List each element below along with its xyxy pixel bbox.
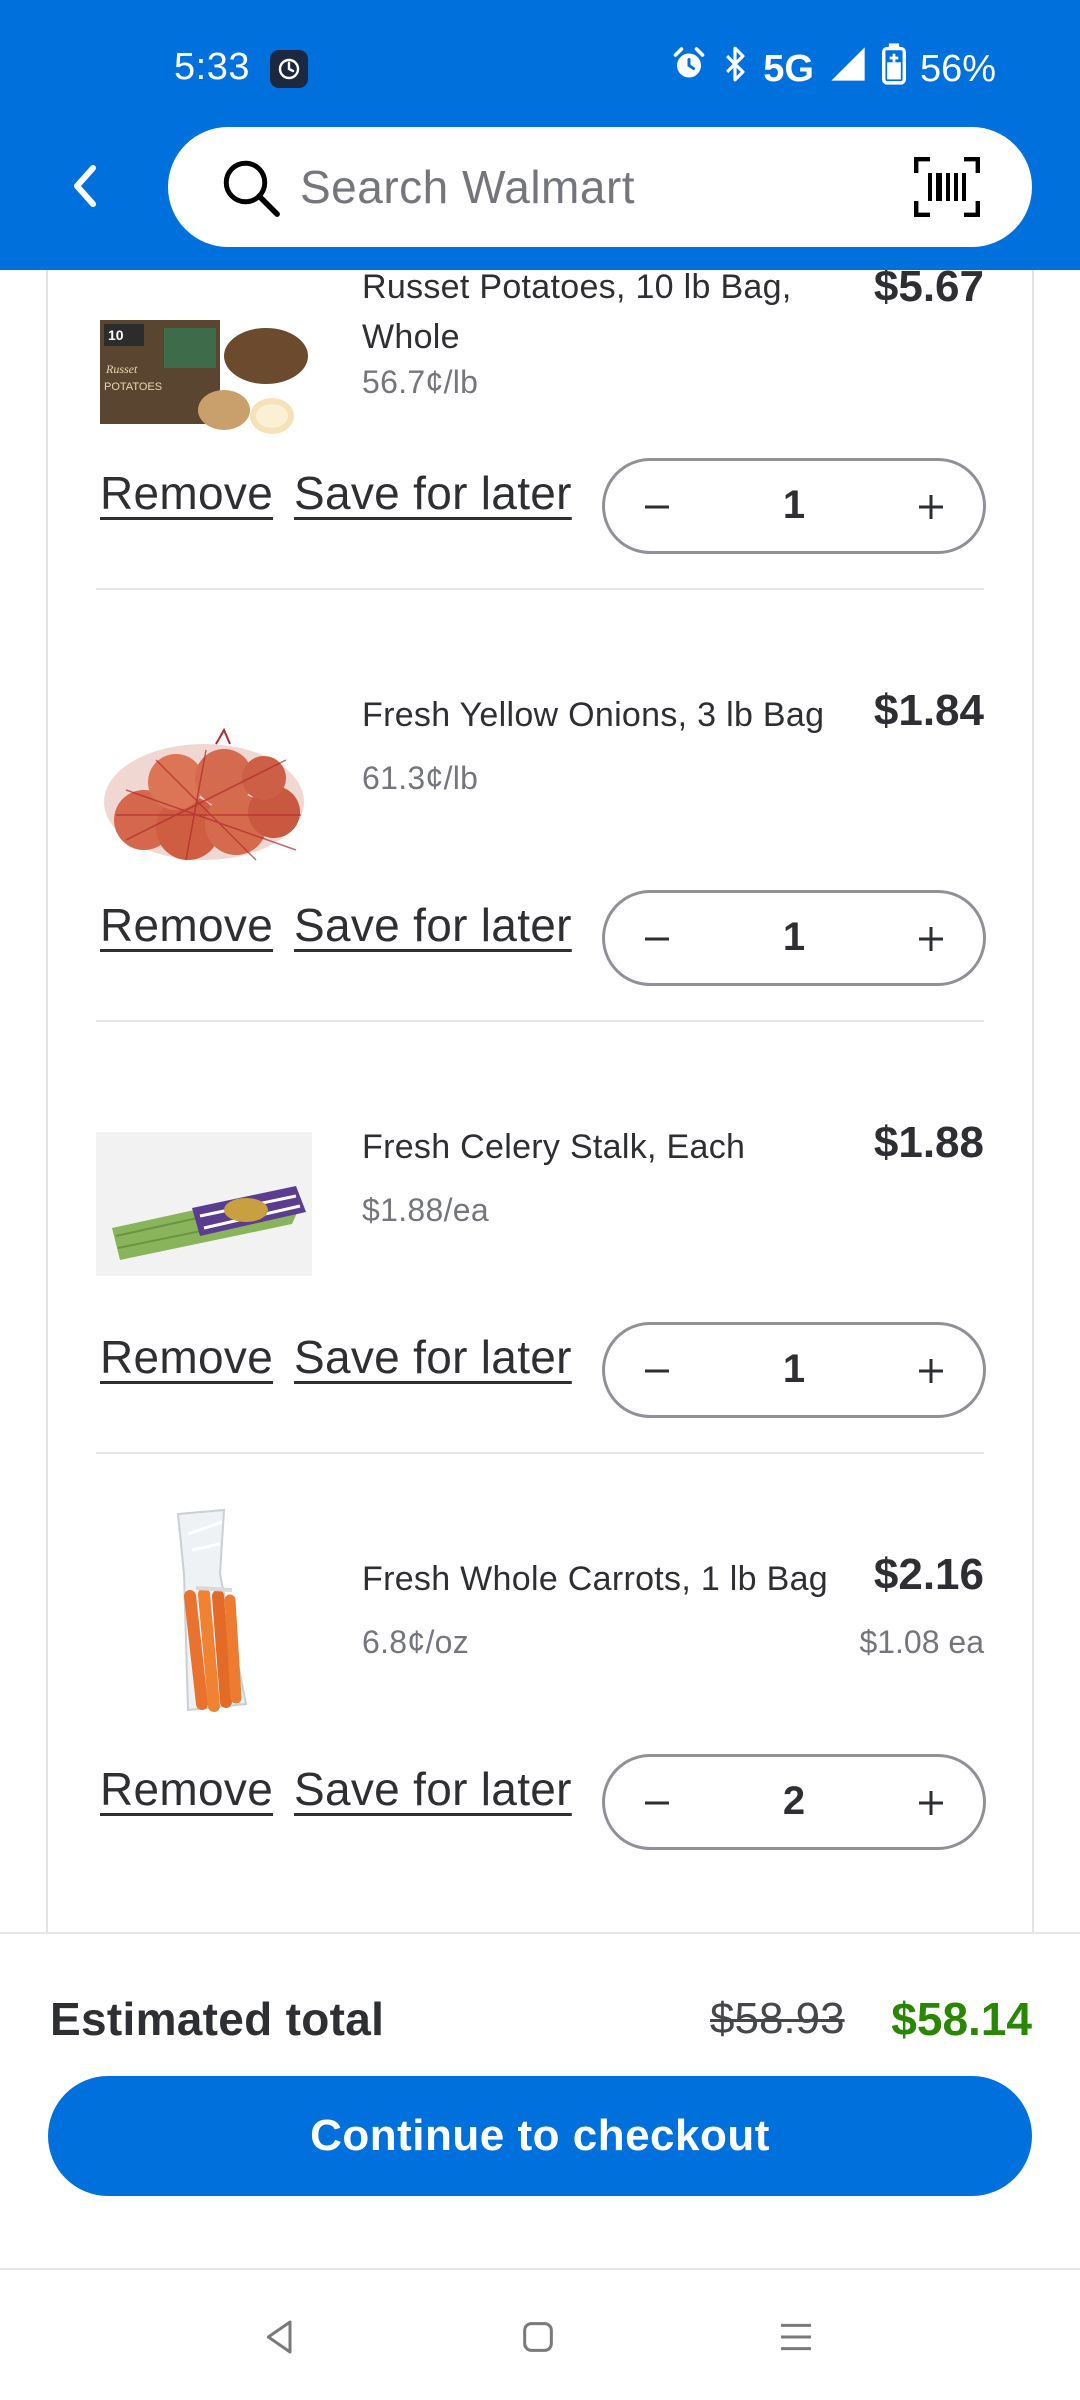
nav-back-icon[interactable] [250,2312,310,2362]
increase-quantity-button[interactable] [903,911,959,967]
item-name[interactable]: Fresh Whole Carrots, 1 lb Bag [362,1554,832,1604]
nav-home-icon[interactable] [508,2312,568,2362]
cart-item-list: 10 Russet POTATOES Russet Potatoes, 10 l… [46,270,1034,1932]
estimated-total-value: $58.14 [891,1993,1032,2045]
item-image-potatoes[interactable]: 10 Russet POTATOES [96,298,312,448]
quantity-stepper: 1 [602,458,986,554]
original-total: $58.93 [710,1994,845,2043]
item-price: $2.16 [873,1550,984,1599]
nav-recents-icon[interactable] [766,2312,826,2362]
item-unit-price: 6.8¢/oz [362,1624,470,1660]
app-header: 5:33 5G 56% Search Walmart [0,0,1080,270]
status-bar: 5:33 5G 56% [0,0,1080,120]
increase-quantity-button[interactable] [903,1343,959,1399]
battery-icon [881,43,906,95]
item-name[interactable]: Fresh Celery Stalk, Each [362,1122,832,1172]
save-for-later-button[interactable]: Save for later [294,466,572,520]
continue-to-checkout-button[interactable]: Continue to checkout [48,2076,1032,2196]
item-unit-price: $1.88/ea [362,1192,489,1228]
network-type: 5G [763,47,814,90]
increase-quantity-button[interactable] [903,479,959,535]
item-price: $1.88 [873,1118,984,1167]
svg-text:10: 10 [108,327,124,343]
item-unit-price: 56.7¢/lb [362,364,479,400]
increase-quantity-button[interactable] [903,1775,959,1831]
alarm-icon [671,46,707,92]
item-unit-price: 61.3¢/lb [362,760,479,796]
back-button[interactable] [60,160,110,216]
item-each-price: $1.08 ea [859,1624,984,1660]
checkout-footer: Estimated total $58.93 $58.14 Continue t… [0,1932,1080,2268]
status-indicators: 5G 56% [671,43,996,95]
status-time: 5:33 [174,46,250,88]
item-name[interactable]: Fresh Yellow Onions, 3 lb Bag [362,690,832,740]
item-price: $1.84 [873,686,984,735]
save-for-later-button[interactable]: Save for later [294,1762,572,1816]
system-nav-bar [0,2268,1080,2400]
battery-percent: 56% [919,47,996,90]
cart-item: Fresh Whole Carrots, 1 lb Bag 6.8¢/oz $2… [48,1454,1032,1932]
search-icon [218,155,284,226]
bluetooth-icon [721,45,749,93]
cart-item: 10 Russet POTATOES Russet Potatoes, 10 l… [48,270,1032,590]
barcode-scan-icon[interactable] [913,156,981,222]
cart-item: Fresh Celery Stalk, Each $1.88/ea $1.88 … [48,1022,1032,1454]
svg-text:Russet: Russet [105,362,138,376]
remove-button[interactable]: Remove [100,466,273,520]
save-for-later-button[interactable]: Save for later [294,898,572,952]
quantity-stepper: 1 [602,890,986,986]
item-image-carrots[interactable] [96,1504,312,1714]
item-price: $5.67 [873,270,984,311]
item-image-onions[interactable] [96,720,312,870]
remove-button[interactable]: Remove [100,1330,273,1384]
estimated-total-label: Estimated total [50,1993,385,2045]
signal-icon [828,44,868,94]
remove-button[interactable]: Remove [100,898,273,952]
quantity-stepper: 2 [602,1754,986,1850]
item-image-celery[interactable] [96,1132,312,1276]
svg-text:POTATOES: POTATOES [104,381,162,393]
messaging-app-icon [270,50,308,88]
item-name[interactable]: Russet Potatoes, 10 lb Bag, Whole [362,270,832,362]
quantity-stepper: 1 [602,1322,986,1418]
save-for-later-button[interactable]: Save for later [294,1330,572,1384]
search-bar[interactable]: Search Walmart [168,127,1032,247]
remove-button[interactable]: Remove [100,1762,273,1816]
search-input[interactable]: Search Walmart [300,160,635,214]
chevron-left-icon [71,162,99,215]
cart-item: Fresh Yellow Onions, 3 lb Bag 61.3¢/lb $… [48,590,1032,1022]
